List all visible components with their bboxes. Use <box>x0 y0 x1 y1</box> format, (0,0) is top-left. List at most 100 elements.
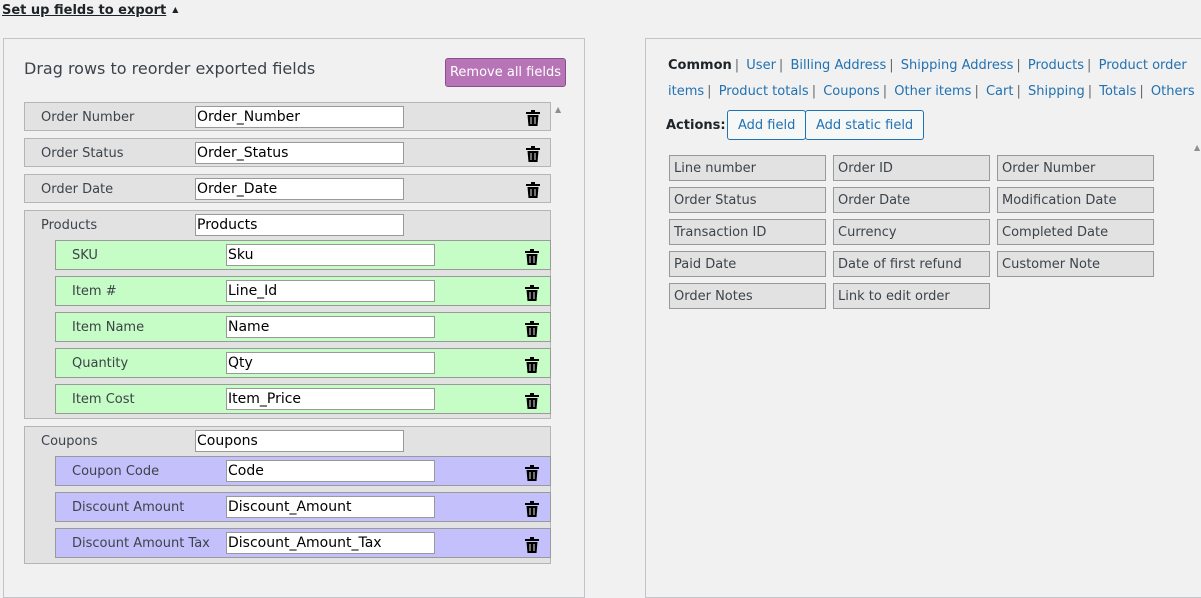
field-row-order-number[interactable]: Order Number <box>24 102 551 131</box>
sub-field-row-item-name[interactable]: Item Name <box>55 312 551 342</box>
tab-separator: | <box>1087 58 1092 73</box>
scroll-up-icon[interactable]: ▲ <box>555 105 561 114</box>
trash-icon[interactable] <box>525 285 539 301</box>
available-field-line-number[interactable]: Line number <box>669 155 826 181</box>
available-field-currency[interactable]: Currency <box>833 219 990 245</box>
sub-field-row-discount-amount-tax[interactable]: Discount Amount Tax <box>55 528 551 558</box>
group-label: Coupons <box>41 434 98 449</box>
available-field-order-id[interactable]: Order ID <box>833 155 990 181</box>
tab-separator: | <box>778 58 784 73</box>
field-category-tabs: Common | User | Billing Address | Shipping … <box>668 53 1201 105</box>
available-field-order-notes[interactable]: Order Notes <box>669 283 826 309</box>
group-name-input[interactable] <box>195 214 404 236</box>
trash-icon[interactable] <box>526 110 540 126</box>
tab-shipping-address[interactable]: Shipping Address <box>901 58 1014 73</box>
tab-separator: | <box>734 58 740 73</box>
available-field-modification-date[interactable]: Modification Date <box>997 187 1154 213</box>
sub-field-label: Discount Amount <box>72 500 185 515</box>
sub-field-name-input[interactable] <box>226 388 435 410</box>
field-group-coupons[interactable]: Coupons Coupon Code Discount Amount Discoun… <box>24 426 551 564</box>
trash-icon[interactable] <box>525 321 539 337</box>
sub-field-name-input[interactable] <box>226 352 435 374</box>
scroll-caret-icon: ▲ <box>1194 143 1201 152</box>
trash-icon[interactable] <box>525 357 539 373</box>
available-field-order-date[interactable]: Order Date <box>833 187 990 213</box>
sub-field-name-input[interactable] <box>226 460 435 482</box>
field-row-order-status[interactable]: Order Status <box>24 138 551 167</box>
tab-separator: | <box>707 84 712 99</box>
sub-field-row-discount-amount[interactable]: Discount Amount <box>55 492 551 522</box>
available-field-customer-note[interactable]: Customer Note <box>997 251 1154 277</box>
export-fields-panel: Drag rows to reorder exported fields Rem… <box>3 38 585 598</box>
tab-others[interactable]: Others <box>1151 84 1195 99</box>
tab-separator: | <box>974 84 979 99</box>
trash-icon[interactable] <box>525 537 539 553</box>
remove-all-fields-button[interactable]: Remove all fields <box>445 58 566 87</box>
tab-separator: | <box>889 58 894 73</box>
sub-field-row-quantity[interactable]: Quantity <box>55 348 551 378</box>
field-group-products[interactable]: Products SKU Item # Item Name Quantity Item C… <box>24 210 551 419</box>
sub-field-label: Discount Amount Tax <box>72 536 210 551</box>
tab-other-items[interactable]: Other items <box>894 84 971 99</box>
sub-field-label: Item Cost <box>72 392 135 407</box>
available-field-completed-date[interactable]: Completed Date <box>997 219 1154 245</box>
sub-field-name-input[interactable] <box>226 244 435 266</box>
collapse-arrow-icon: ▲ <box>172 5 179 14</box>
sub-field-row-sku[interactable]: SKU <box>55 240 551 270</box>
tab-billing-address[interactable]: Billing Address <box>790 58 886 73</box>
sub-field-row-item-cost[interactable]: Item Cost <box>55 384 551 414</box>
tab-totals[interactable]: Totals <box>1099 84 1136 99</box>
trash-icon[interactable] <box>525 249 539 265</box>
sub-field-label: SKU <box>72 248 98 263</box>
sub-field-name-input[interactable] <box>226 280 435 302</box>
sub-field-label: Coupon Code <box>72 464 160 479</box>
tab-separator: | <box>1087 84 1093 99</box>
sub-field-name-input[interactable] <box>226 532 435 554</box>
available-field-date-of-first-refund[interactable]: Date of first refund <box>833 251 990 277</box>
tab-separator: | <box>1139 84 1144 99</box>
field-name-input[interactable] <box>195 178 404 200</box>
tab-separator: | <box>811 84 817 99</box>
field-name-input[interactable] <box>195 142 404 164</box>
tab-separator: | <box>882 84 888 99</box>
field-label: Order Date <box>41 182 114 197</box>
add-field-button[interactable]: Add field <box>727 110 807 140</box>
tab-products[interactable]: Products <box>1028 58 1084 73</box>
available-field-order-status[interactable]: Order Status <box>669 187 826 213</box>
available-field-link-to-edit-order[interactable]: Link to edit order <box>833 283 990 309</box>
sub-field-row-coupon-code[interactable]: Coupon Code <box>55 456 551 486</box>
field-name-input[interactable] <box>195 106 404 128</box>
sub-field-label: Item # <box>72 284 117 299</box>
sub-field-row-item[interactable]: Item # <box>55 276 551 306</box>
tab-separator: | <box>1016 58 1021 73</box>
available-field-transaction-id[interactable]: Transaction ID <box>669 219 826 245</box>
tab-coupons[interactable]: Coupons <box>823 84 880 99</box>
group-name-input[interactable] <box>195 430 404 452</box>
tab-common[interactable]: Common <box>668 58 732 73</box>
trash-icon[interactable] <box>526 182 540 198</box>
section-toggle[interactable]: Set up fields to export ▲ <box>2 3 178 18</box>
available-fields-panel: Common | User | Billing Address | Shipping … <box>645 38 1201 598</box>
trash-icon[interactable] <box>525 465 539 481</box>
tab-product-totals[interactable]: Product totals <box>719 84 809 99</box>
sub-field-name-input[interactable] <box>226 496 435 518</box>
tab-cart[interactable]: Cart <box>986 84 1014 99</box>
drag-instructions: Drag rows to reorder exported fields <box>24 59 316 78</box>
available-field-paid-date[interactable]: Paid Date <box>669 251 826 277</box>
field-row-order-date[interactable]: Order Date <box>24 174 551 203</box>
tab-separator: | <box>1016 84 1021 99</box>
tab-shipping[interactable]: Shipping <box>1028 84 1085 99</box>
field-label: Order Status <box>41 146 124 161</box>
sub-field-name-input[interactable] <box>226 316 435 338</box>
sub-field-label: Quantity <box>72 356 129 371</box>
sub-field-label: Item Name <box>72 320 145 335</box>
trash-icon[interactable] <box>525 501 539 517</box>
add-static-field-button[interactable]: Add static field <box>805 110 925 140</box>
section-title: Set up fields to export <box>2 3 167 18</box>
trash-icon[interactable] <box>526 146 540 162</box>
trash-icon[interactable] <box>525 393 539 409</box>
field-label: Order Number <box>41 110 135 125</box>
available-field-order-number[interactable]: Order Number <box>997 155 1154 181</box>
group-label: Products <box>41 218 98 233</box>
tab-user[interactable]: User <box>746 58 776 73</box>
